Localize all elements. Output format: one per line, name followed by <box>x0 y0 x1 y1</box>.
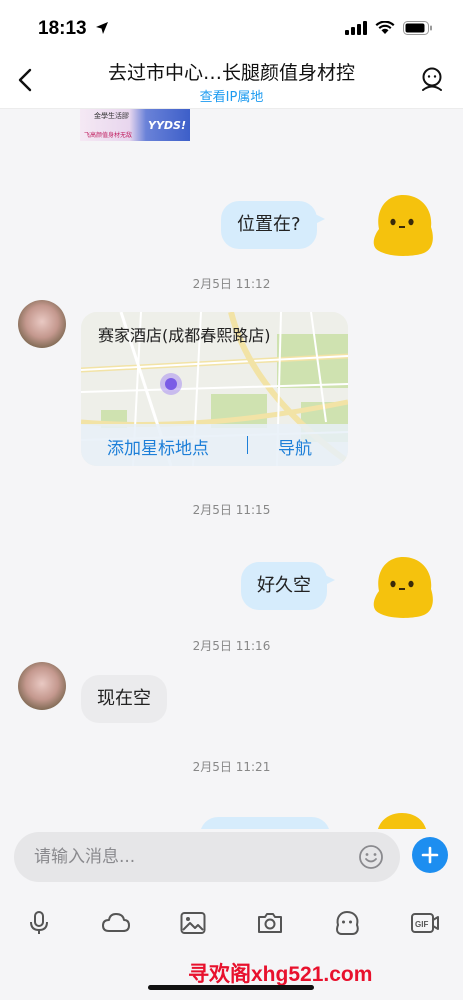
thumbnail-sub-caption: 飞高颜值身材无敌 <box>84 132 133 139</box>
chat-screen: 18:13 去过市中心…长腿颜值身材控 查看IP属地 金學生活膠 飞高颜值身材无… <box>0 0 463 1000</box>
sticker-icon <box>336 910 359 935</box>
navigate-button[interactable]: 导航 <box>278 434 312 459</box>
message-timestamp: 2月5日 11:15 <box>192 503 271 517</box>
gif-icon: GIF <box>411 913 439 933</box>
message-list[interactable]: 金學生活膠 飞高颜值身材无敌 YYDS! 位置在? 2月5日 11:12 赛家酒… <box>0 109 463 829</box>
cloud-icon <box>102 913 130 932</box>
plus-icon <box>421 846 439 864</box>
outgoing-message-partial[interactable] <box>200 817 330 829</box>
wifi-icon <box>375 20 395 39</box>
chat-header: 去过市中心…长腿颜值身材控 查看IP属地 <box>0 56 463 109</box>
battery-icon <box>403 20 433 39</box>
status-bar: 18:13 <box>0 0 463 56</box>
contact-avatar[interactable] <box>18 300 66 348</box>
svg-text:GIF: GIF <box>415 920 428 929</box>
incoming-message[interactable]: 现在空 <box>81 675 167 723</box>
microphone-icon <box>30 911 48 934</box>
action-separator <box>247 436 248 454</box>
message-timestamp: 2月5日 11:16 <box>192 639 271 653</box>
shared-image-thumbnail[interactable]: 金學生活膠 飞高颜值身材无敌 YYDS! <box>80 109 190 141</box>
view-ip-location-link[interactable]: 查看IP属地 <box>0 86 463 105</box>
outgoing-message[interactable]: 好久空 <box>241 562 335 610</box>
gif-button[interactable]: GIF <box>410 909 440 937</box>
thumbnail-badge: YYDS! <box>147 119 186 132</box>
more-actions-button[interactable] <box>412 837 448 873</box>
status-time: 18:13 <box>38 18 87 39</box>
sticker-button[interactable] <box>333 909 361 937</box>
location-card[interactable]: 赛家酒店(成都春熙路店) 添加星标地点 导航 <box>81 312 348 466</box>
yellow-blob-avatar-icon <box>373 557 433 618</box>
profile-icon <box>422 67 442 91</box>
camera-icon <box>258 913 282 933</box>
status-indicators <box>345 20 433 39</box>
voice-button[interactable] <box>25 909 53 937</box>
chat-title: 去过市中心…长腿颜值身材控 <box>107 62 355 84</box>
self-avatar[interactable] <box>369 555 437 619</box>
location-actions: 添加星标地点 导航 <box>81 424 348 466</box>
emoji-button[interactable] <box>358 844 384 870</box>
watermark-text: 寻欢阁xhg521.com <box>188 963 373 986</box>
add-star-location-button[interactable]: 添加星标地点 <box>107 434 209 459</box>
photo-button[interactable] <box>179 909 207 937</box>
yellow-blob-avatar-icon <box>377 813 427 829</box>
self-avatar[interactable] <box>371 811 433 829</box>
smiley-icon <box>359 845 383 869</box>
message-timestamp: 2月5日 11:12 <box>192 277 271 291</box>
cellular-signal-icon <box>345 20 367 39</box>
self-avatar[interactable] <box>369 193 437 257</box>
camera-button[interactable] <box>256 909 284 937</box>
location-arrow-icon <box>95 20 109 39</box>
profile-button[interactable] <box>417 64 447 94</box>
contact-avatar[interactable] <box>18 662 66 710</box>
outgoing-message[interactable]: 位置在? <box>221 201 325 249</box>
location-name: 赛家酒店(成都春熙路店) <box>98 326 271 345</box>
message-input[interactable] <box>14 832 400 882</box>
thumbnail-caption: 金學生活膠 <box>94 112 129 120</box>
message-timestamp: 2月5日 11:21 <box>192 760 271 774</box>
home-indicator[interactable] <box>148 985 314 990</box>
image-icon <box>180 912 206 934</box>
yellow-blob-avatar-icon <box>373 195 433 256</box>
cloud-button[interactable] <box>101 909 130 937</box>
message-input-bar <box>0 829 463 891</box>
